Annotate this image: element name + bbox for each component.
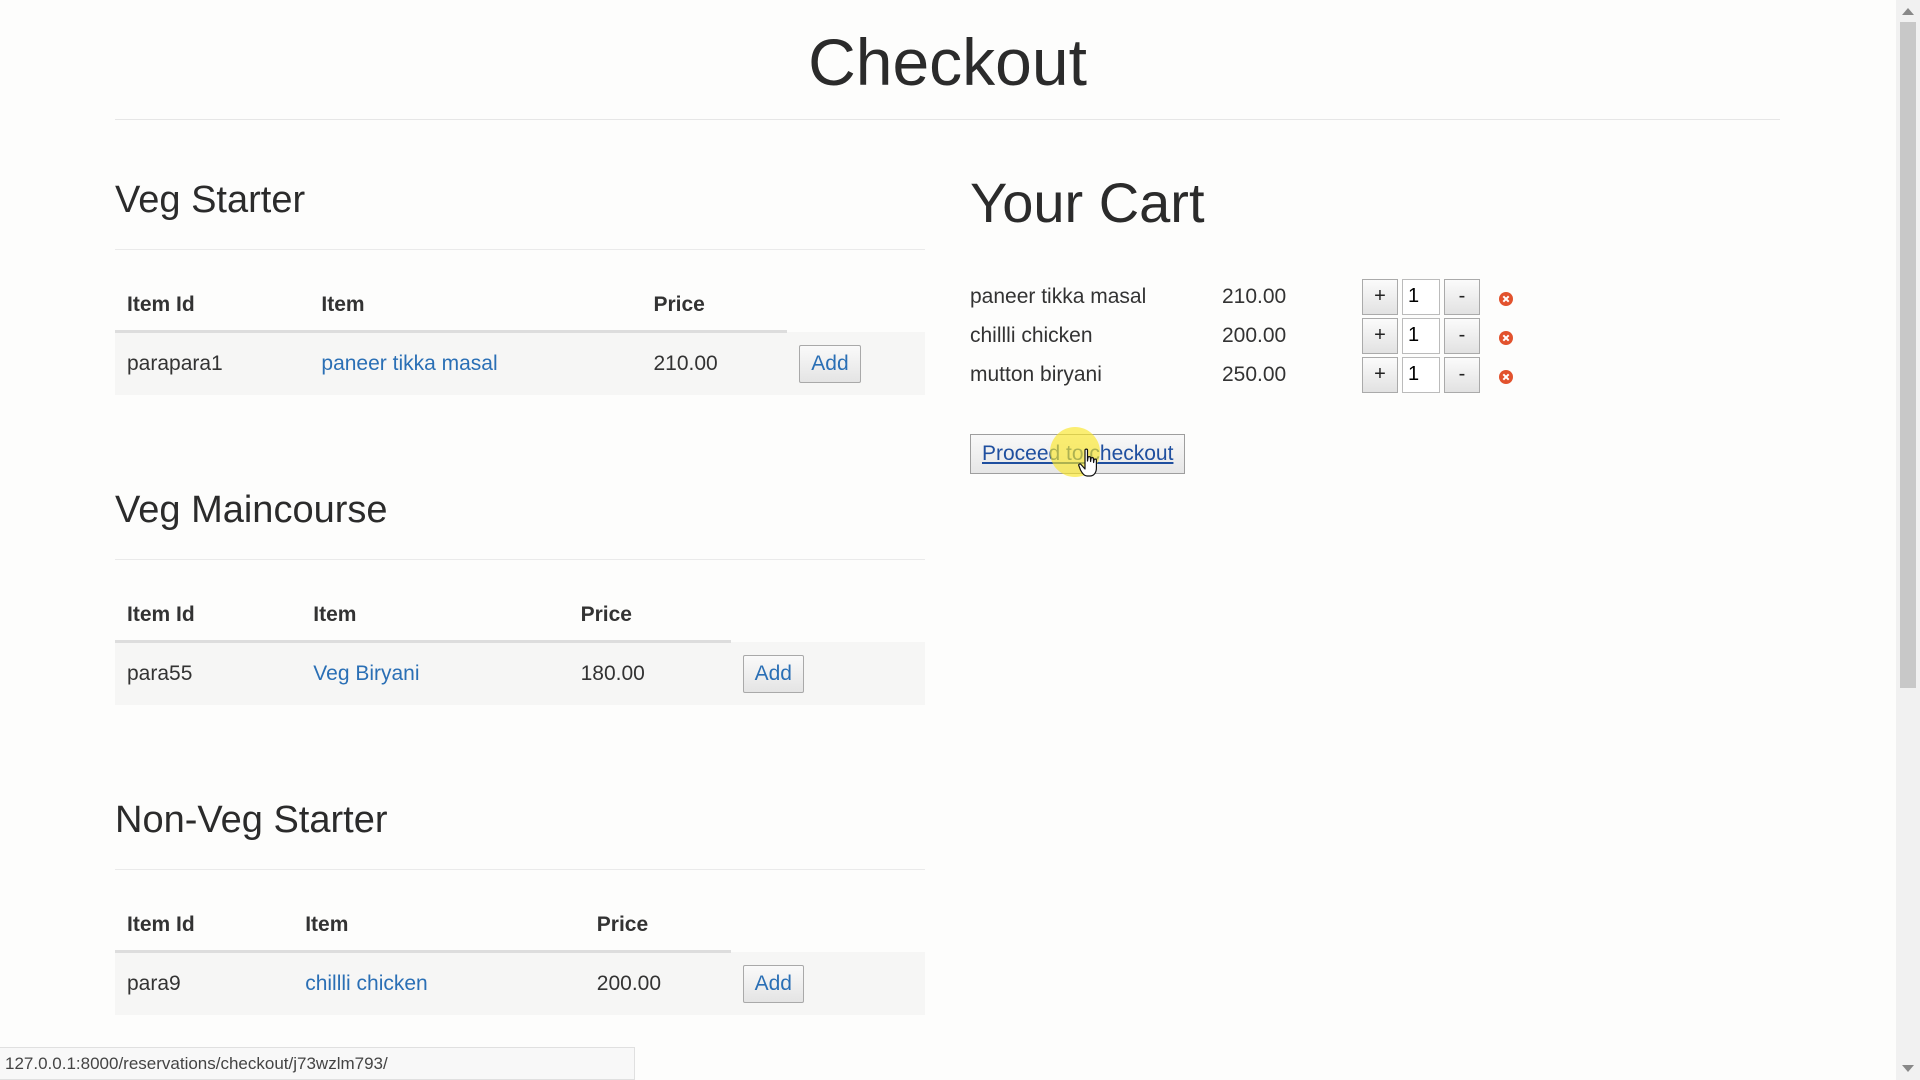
increase-quantity-button[interactable]: + xyxy=(1362,317,1398,354)
column-header-item-id: Item Id xyxy=(115,590,302,643)
section-divider xyxy=(115,869,925,870)
cart-item-price: 200.00 xyxy=(1222,323,1287,347)
cart-items: paneer tikka masal 210.00 + - chillli ch… xyxy=(970,277,1570,394)
column-header-action xyxy=(731,900,925,952)
increase-quantity-button[interactable]: + xyxy=(1362,278,1398,315)
table-row: parapara1 paneer tikka masal 210.00 Add xyxy=(115,331,925,395)
scroll-down-arrow-icon[interactable] xyxy=(1902,1065,1914,1072)
menu-table: Item Id Item Price parapara1 paneer tikk… xyxy=(115,280,925,395)
cart-item: paneer tikka masal 210.00 + - xyxy=(970,277,1570,316)
column-header-item-id: Item Id xyxy=(115,900,294,953)
price-cell: 210.00 xyxy=(641,331,788,395)
cart-item-name: paneer tikka masal xyxy=(970,284,1147,308)
menu-table: Item Id Item Price para55 Veg Biryani 18… xyxy=(115,590,925,705)
decrease-quantity-button[interactable]: - xyxy=(1444,278,1480,315)
add-button[interactable]: Add xyxy=(742,655,804,693)
scroll-thumb[interactable] xyxy=(1900,22,1916,688)
menu-section-veg-starter: Veg Starter Item Id Item Price parapara1… xyxy=(115,165,925,395)
scroll-up-arrow-icon[interactable] xyxy=(1902,8,1914,15)
column-header-action xyxy=(787,280,925,332)
menu-section-non-veg-starter: Non-Veg Starter Item Id Item Price para9… xyxy=(115,785,925,1015)
decrease-quantity-button[interactable]: - xyxy=(1444,356,1480,393)
column-header-action xyxy=(731,590,925,642)
action-cell: Add xyxy=(730,641,925,705)
item-link[interactable]: paneer tikka masal xyxy=(321,352,497,375)
table-row: para9 chillli chicken 200.00 Add xyxy=(115,951,925,1015)
action-cell: Add xyxy=(730,951,925,1015)
column-header-price: Price xyxy=(584,900,731,953)
page-title: Checkout xyxy=(808,25,1087,99)
cart-item-name: mutton biryani xyxy=(970,362,1102,386)
item-id-cell: para55 xyxy=(115,641,302,705)
section-heading: Non-Veg Starter xyxy=(115,799,388,841)
column-header-item: Item xyxy=(301,590,569,643)
proceed-to-checkout-button[interactable]: Proceed to checkout xyxy=(970,434,1186,474)
item-link[interactable]: chillli chicken xyxy=(305,972,428,995)
table-header-row: Item Id Item Price xyxy=(115,590,925,643)
add-button[interactable]: Add xyxy=(742,965,804,1003)
section-divider xyxy=(115,559,925,560)
cart-title: Your Cart xyxy=(970,171,1205,234)
action-cell: Add xyxy=(787,331,925,395)
cart-item: mutton biryani 250.00 + - xyxy=(970,355,1570,394)
item-id-cell: para9 xyxy=(115,951,294,1015)
column-header-item: Item xyxy=(293,900,585,953)
add-button[interactable]: Add xyxy=(799,345,861,383)
quantity-input[interactable] xyxy=(1402,356,1440,393)
item-cell: Veg Biryani xyxy=(301,641,569,705)
section-heading: Veg Starter xyxy=(115,179,306,221)
title-divider xyxy=(115,119,1780,120)
column-header-item: Item xyxy=(309,280,642,333)
cart-panel: Your Cart paneer tikka masal 210.00 + - … xyxy=(970,170,1570,474)
item-cell: chillli chicken xyxy=(293,951,585,1015)
column-header-price: Price xyxy=(641,280,788,333)
section-divider xyxy=(115,249,925,250)
remove-circle-icon[interactable] xyxy=(1498,289,1514,306)
decrease-quantity-button[interactable]: - xyxy=(1444,317,1480,354)
cart-item: chillli chicken 200.00 + - xyxy=(970,316,1570,355)
cart-item-price: 210.00 xyxy=(1222,284,1287,308)
cart-item-name: chillli chicken xyxy=(970,323,1093,347)
vertical-scrollbar[interactable] xyxy=(1896,0,1920,1080)
item-cell: paneer tikka masal xyxy=(309,331,642,395)
section-heading: Veg Maincourse xyxy=(115,489,388,531)
item-id-cell: parapara1 xyxy=(115,331,310,395)
remove-circle-icon[interactable] xyxy=(1498,328,1514,345)
menu-section-veg-maincourse: Veg Maincourse Item Id Item Price para55… xyxy=(115,475,925,705)
quantity-input[interactable] xyxy=(1402,278,1440,315)
remove-circle-icon[interactable] xyxy=(1498,367,1514,384)
increase-quantity-button[interactable]: + xyxy=(1362,356,1398,393)
table-header-row: Item Id Item Price xyxy=(115,900,925,953)
status-bar-url: 127.0.0.1:8000/reservations/checkout/j73… xyxy=(0,1047,635,1080)
column-header-price: Price xyxy=(568,590,731,643)
table-row: para55 Veg Biryani 180.00 Add xyxy=(115,641,925,705)
price-cell: 200.00 xyxy=(584,951,731,1015)
quantity-input[interactable] xyxy=(1402,317,1440,354)
cart-item-price: 250.00 xyxy=(1222,362,1287,386)
item-link[interactable]: Veg Biryani xyxy=(313,662,419,685)
price-cell: 180.00 xyxy=(568,641,731,705)
table-header-row: Item Id Item Price xyxy=(115,280,925,333)
column-header-item-id: Item Id xyxy=(115,280,310,333)
menu-table: Item Id Item Price para9 chillli chicken… xyxy=(115,900,925,1015)
